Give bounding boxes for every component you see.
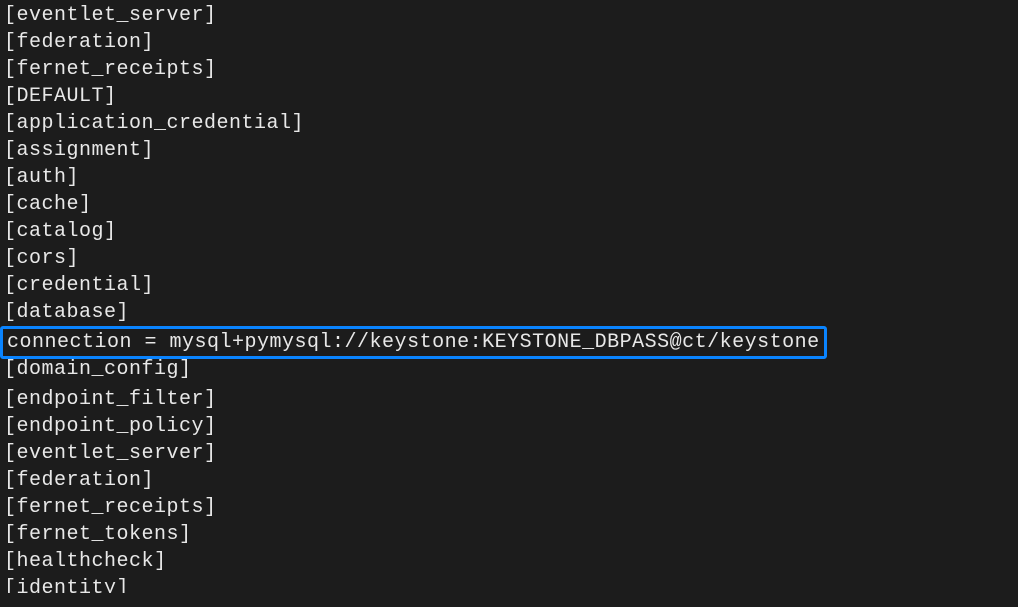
config-section-line: [database] [4, 299, 1014, 326]
config-section-line: [identity] [4, 575, 1014, 593]
terminal-output: [eventlet_server] [federation] [fernet_r… [0, 0, 1018, 595]
config-section-line: [credential] [4, 272, 1014, 299]
config-section-line: [eventlet_server] [4, 440, 1014, 467]
config-section-line: [cache] [4, 191, 1014, 218]
config-section-line: [assignment] [4, 137, 1014, 164]
config-section-line: [endpoint_policy] [4, 413, 1014, 440]
config-section-line: [domain_config] [4, 356, 1014, 383]
connection-string: connection = mysql+pymysql://keystone:KE… [7, 331, 820, 354]
config-section-line: [cors] [4, 245, 1014, 272]
config-section-line: [endpoint_filter] [4, 386, 1014, 413]
config-section-line: [fernet_tokens] [4, 521, 1014, 548]
config-section-line: [federation] [4, 29, 1014, 56]
config-section-line: [fernet_receipts] [4, 494, 1014, 521]
config-section-line: [DEFAULT] [4, 83, 1014, 110]
config-section-line: [eventlet_server] [4, 2, 1014, 29]
config-section-line: [federation] [4, 467, 1014, 494]
config-section-line: [catalog] [4, 218, 1014, 245]
highlighted-connection-line: connection = mysql+pymysql://keystone:KE… [0, 326, 827, 359]
config-section-line: [application_credential] [4, 110, 1014, 137]
config-section-line: [healthcheck] [4, 548, 1014, 575]
config-section-line: [auth] [4, 164, 1014, 191]
config-section-line: [fernet_receipts] [4, 56, 1014, 83]
